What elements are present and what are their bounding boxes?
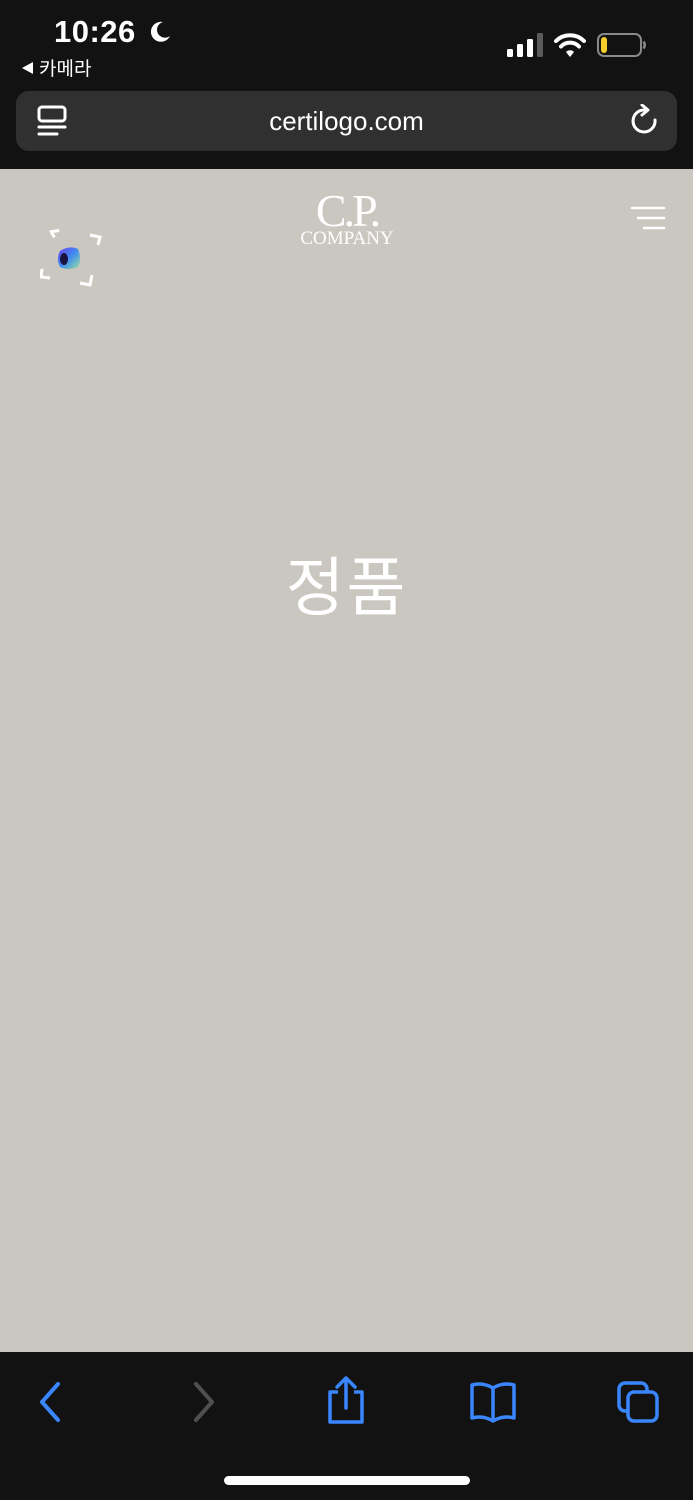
tabs-icon[interactable] bbox=[616, 1380, 660, 1424]
web-page: C.P. COMPANY 정품 bbox=[0, 169, 693, 1352]
brand-logo-line1: C.P. bbox=[315, 185, 381, 236]
status-time: 10:26 bbox=[54, 14, 136, 49]
brand-logo-line2: COMPANY bbox=[300, 228, 394, 249]
back-to-app-link[interactable]: 카메라 bbox=[22, 54, 91, 81]
share-icon[interactable] bbox=[324, 1376, 368, 1426]
wifi-icon bbox=[554, 33, 586, 57]
moon-icon bbox=[150, 21, 170, 42]
authenticity-result: 정품 bbox=[285, 552, 408, 626]
signal-icon bbox=[507, 33, 543, 57]
forward-icon bbox=[194, 1382, 214, 1422]
brand-logo[interactable]: C.P. COMPANY bbox=[290, 185, 404, 249]
bookmarks-icon[interactable] bbox=[469, 1380, 517, 1424]
home-indicator[interactable] bbox=[224, 1476, 470, 1485]
back-icon[interactable] bbox=[30, 1380, 74, 1424]
scan-icon[interactable] bbox=[40, 229, 104, 291]
menu-icon[interactable] bbox=[630, 205, 666, 231]
battery-icon bbox=[597, 33, 646, 57]
url-text: certilogo.com bbox=[269, 106, 424, 136]
battery-fill bbox=[601, 37, 607, 53]
reload-icon[interactable] bbox=[629, 104, 661, 138]
address-bar[interactable]: certilogo.com bbox=[16, 91, 677, 151]
status-bar: 10:26 카메라 bbox=[0, 0, 693, 86]
back-app-label: 카메라 bbox=[39, 58, 92, 80]
back-arrow-icon bbox=[22, 61, 33, 74]
